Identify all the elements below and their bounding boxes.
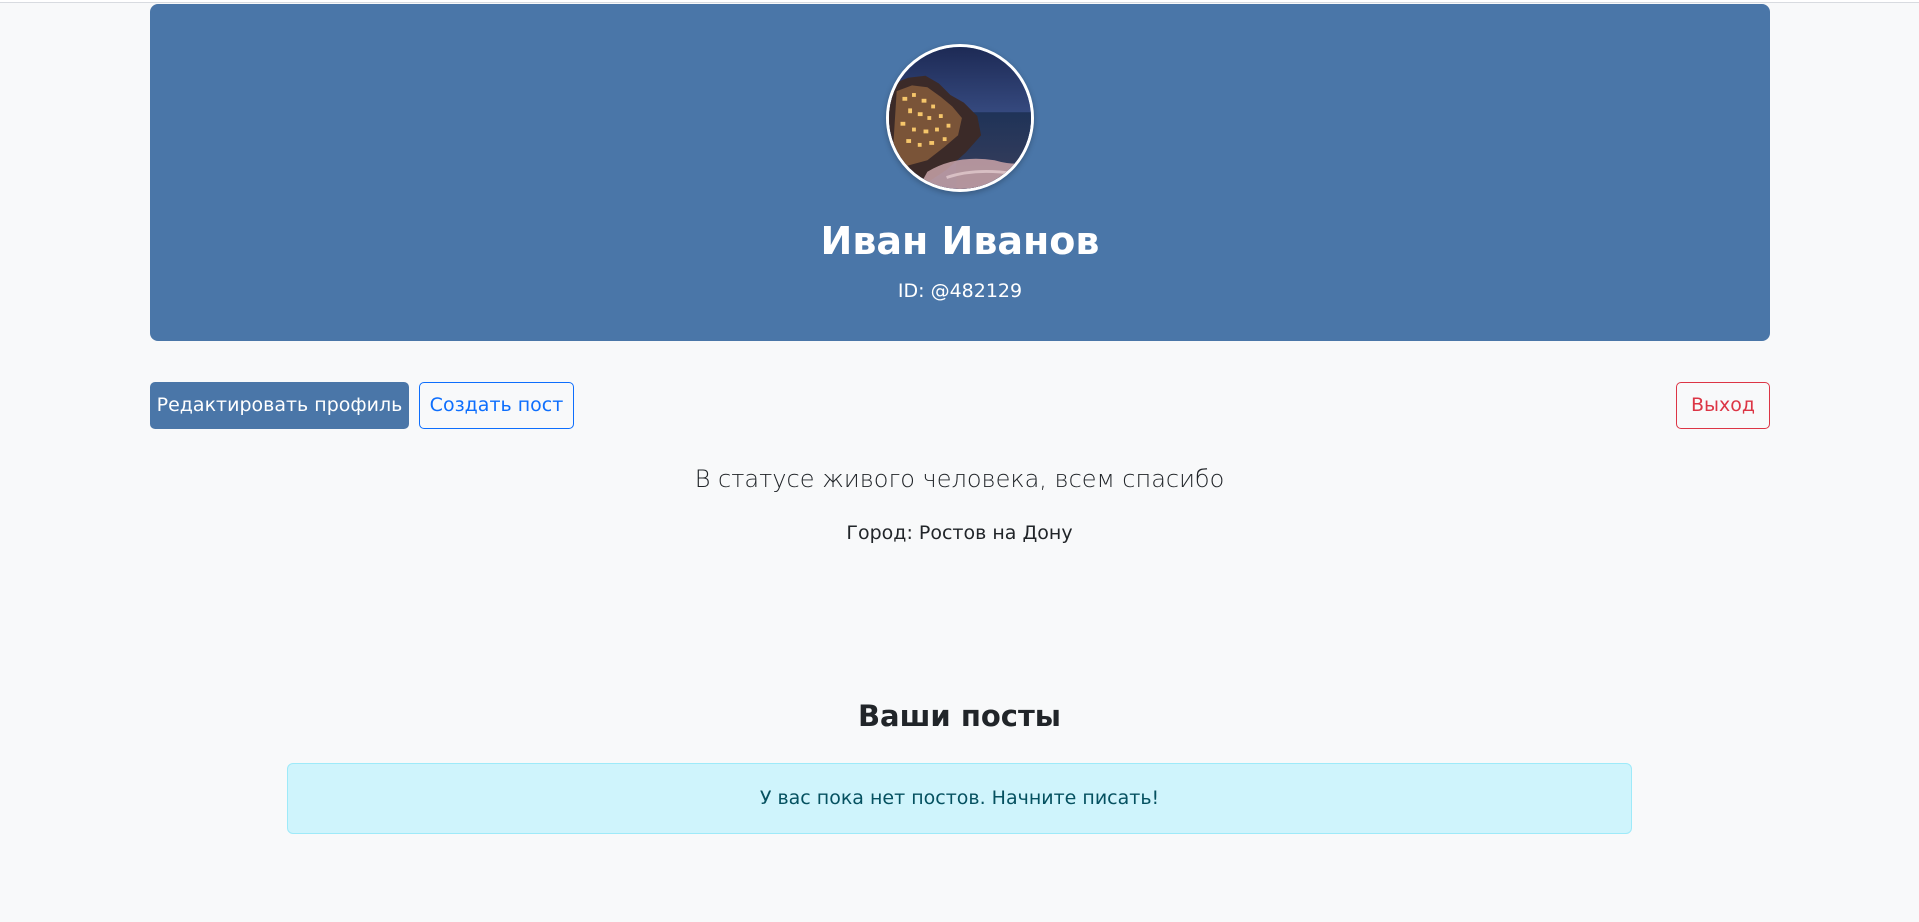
posts-section-title: Ваши посты	[857, 699, 1062, 733]
profile-id-value: @482129	[930, 280, 1023, 302]
profile-header: Иван Иванов ID: @482129	[150, 4, 1770, 341]
city-label: Город:	[846, 522, 913, 544]
profile-city: Город: Ростов на Дону	[0, 520, 1919, 546]
profile-name: Иван Иванов	[820, 219, 1100, 263]
empty-posts-alert: У вас пока нет постов. Начните писать!	[287, 763, 1632, 834]
profile-id: ID: @482129	[150, 278, 1770, 304]
logout-button[interactable]: Выход	[1676, 382, 1770, 429]
create-post-button[interactable]: Создать пост	[419, 382, 574, 429]
city-value: Ростов на Дону	[918, 522, 1073, 544]
edit-profile-button[interactable]: Редактировать профиль	[150, 382, 409, 429]
avatar[interactable]	[886, 44, 1034, 192]
profile-id-label: ID:	[897, 280, 925, 302]
profile-status: В статусе живого человека, всем спасибо	[694, 465, 1225, 493]
avatar-image	[889, 47, 1031, 189]
